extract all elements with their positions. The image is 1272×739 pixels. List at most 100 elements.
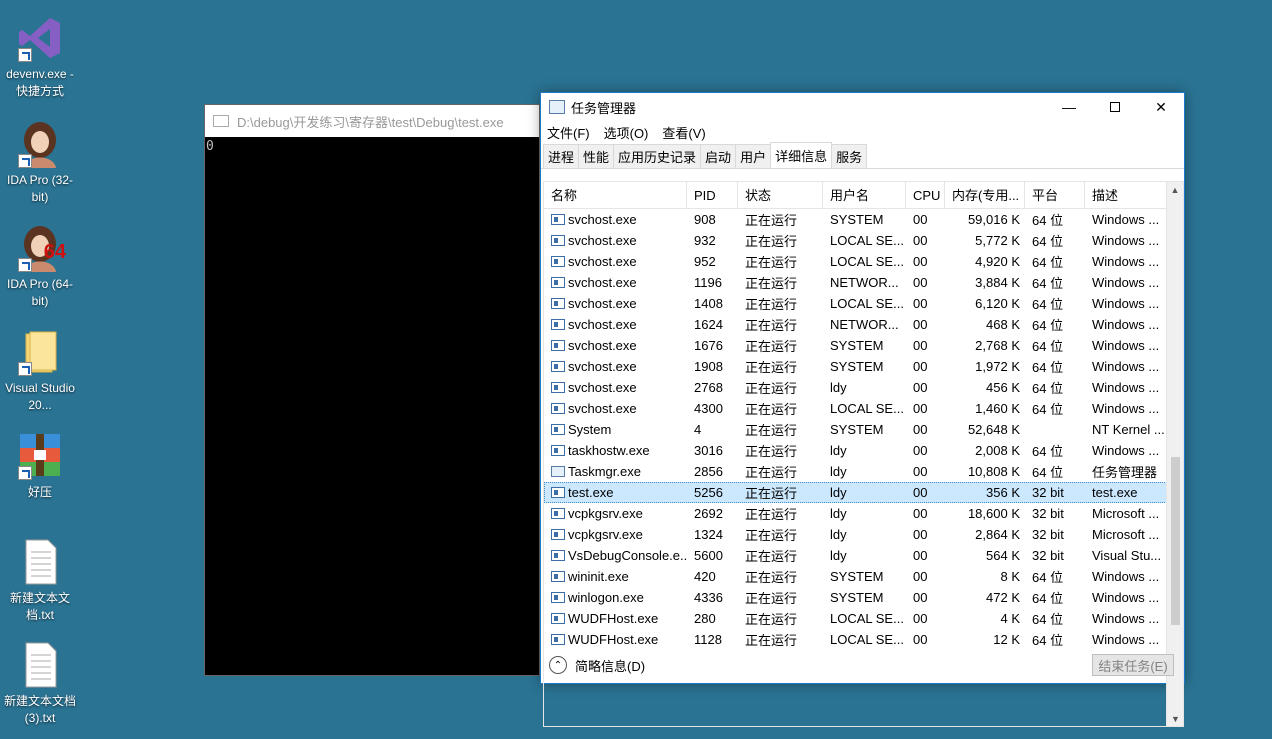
tab-details[interactable]: 详细信息 [770,142,833,168]
end-task-button[interactable]: 结束任务(E) [1092,654,1174,676]
table-row[interactable]: svchost.exe 1624 正在运行 NETWOR... 00 468 K 64 位 W… [544,314,1183,335]
cell-name: svchost.exe [545,212,688,227]
column-header-pid[interactable]: PID [687,182,738,209]
table-row[interactable]: svchost.exe 1196 正在运行 NETWOR... 00 3,884 K 64 … [544,272,1183,293]
task-manager-window[interactable]: 任务管理器 — ✕ 文件(F) 选项(O) 查看(V) 进程 性能 应用历史记录… [540,92,1185,727]
cell-name: svchost.exe [545,317,688,332]
column-header-username[interactable]: 用户名 [823,182,906,209]
cell-cpu: 00 [913,380,928,395]
table-row[interactable]: VsDebugConsole.e... 5600 正在运行 ldy 00 564 K 32 … [544,545,1183,566]
desktop-icon-devenv[interactable]: devenv.exe - 快捷方式 [0,14,80,100]
ida64-icon: 64 [16,224,66,272]
chevron-up-icon[interactable]: ⌃ [549,656,567,674]
table-row[interactable]: svchost.exe 932 正在运行 LOCAL SE... 00 5,772 K 64… [544,230,1183,251]
tab-services[interactable]: 服务 [831,144,868,168]
table-row[interactable]: vcpkgsrv.exe 2692 正在运行 ldy 00 18,600 K 32 bit M… [544,503,1183,524]
maximize-button[interactable] [1092,93,1138,121]
table-row[interactable]: svchost.exe 4300 正在运行 LOCAL SE... 00 1,460 K 6… [544,398,1183,419]
task-manager-titlebar[interactable]: 任务管理器 — ✕ [541,93,1184,121]
desktop-icon-textfile[interactable]: 新建文本文档.txt [0,538,80,624]
table-row[interactable]: Taskmgr.exe 2856 正在运行 ldy 00 10,808 K 64 位 任务管理… [544,461,1183,482]
cell-mem: 52,648 K [967,422,1020,437]
tab-startup[interactable]: 启动 [700,144,737,168]
cell-status: 正在运行 [745,234,798,249]
cell-pid: 1676 [694,338,723,353]
fewer-details-link[interactable]: 简略信息(D) [575,656,645,675]
cell-mem: 8 K [1000,569,1020,584]
column-header-platform[interactable]: 平台 [1025,182,1085,209]
table-row[interactable]: svchost.exe 1676 正在运行 SYSTEM 00 2,768 K 64 位 Wi… [544,335,1183,356]
process-name: WUDFHost.exe [568,632,659,647]
tab-performance[interactable]: 性能 [578,144,615,168]
cell-status: 正在运行 [745,570,798,585]
table-row[interactable]: WUDFHost.exe 280 正在运行 LOCAL SE... 00 4 K 64 位 W… [544,608,1183,629]
cell-cpu: 00 [913,401,928,416]
process-name: svchost.exe [568,338,637,353]
console-title: D:\debug\开发练习\寄存器\test\Debug\test.exe [237,114,504,130]
cell-name: vcpkgsrv.exe [545,506,688,521]
desktop-icon-ida64[interactable]: 64 IDA Pro (64-bit) [0,224,80,310]
cell-status: 正在运行 [745,297,798,312]
process-name: svchost.exe [568,233,637,248]
scroll-up-icon[interactable]: ▲ [1167,182,1183,199]
cell-plat: 64 位 [1032,465,1064,480]
desktop-icon-haozip[interactable]: 好压 [0,432,80,501]
column-header-status[interactable]: 状态 [738,182,823,209]
cell-desc: Visual Stu... [1092,548,1162,563]
process-icon [551,445,565,456]
process-icon [551,592,565,603]
process-name: wininit.exe [568,569,629,584]
cell-mem: 10,808 K [967,464,1020,479]
tab-users[interactable]: 用户 [735,144,772,168]
cell-status: 正在运行 [745,612,798,627]
table-row[interactable]: svchost.exe 1908 正在运行 SYSTEM 00 1,972 K 64 位 Wi… [544,356,1183,377]
process-icon [551,508,565,519]
cell-status: 正在运行 [745,423,798,438]
tab-processes[interactable]: 进程 [543,144,580,168]
table-row[interactable]: winlogon.exe 4336 正在运行 SYSTEM 00 472 K 64 位 Win… [544,587,1183,608]
cell-mem: 2,864 K [975,527,1020,542]
cell-user: LOCAL SE... [830,254,904,269]
cell-pid: 1624 [694,317,723,332]
table-row[interactable]: svchost.exe 2768 正在运行 ldy 00 456 K 64 位 Windows… [544,377,1183,398]
cell-plat: 64 位 [1032,360,1064,375]
vertical-scrollbar[interactable]: ▲ ▼ [1166,182,1183,726]
cell-desc: NT Kernel ... [1092,422,1165,437]
scrollbar-thumb[interactable] [1171,457,1180,625]
table-row[interactable]: taskhostw.exe 3016 正在运行 ldy 00 2,008 K 64 位 Win… [544,440,1183,461]
cell-user: ldy [830,485,847,500]
cell-plat: 32 bit [1032,527,1064,542]
desktop-icon-vs-folder[interactable]: Visual Studio 20... [0,328,80,414]
menu-options[interactable]: 选项(O) [604,123,649,142]
desktop-icon-textfile-3[interactable]: 新建文本文档(3).txt [0,641,80,727]
menu-view[interactable]: 查看(V) [662,123,705,142]
cell-plat: 64 位 [1032,339,1064,354]
cell-cpu: 00 [913,317,928,332]
cell-plat: 64 位 [1032,381,1064,396]
table-row[interactable]: svchost.exe 908 正在运行 SYSTEM 00 59,016 K 64 位 Wi… [544,209,1183,230]
column-header-memory[interactable]: 内存(专用... [945,182,1025,209]
cell-cpu: 00 [913,422,928,437]
console-window[interactable]: D:\debug\开发练习\寄存器\test\Debug\test.exe 0 [204,104,540,676]
scroll-down-icon[interactable]: ▼ [1167,711,1183,726]
cell-cpu: 00 [913,296,928,311]
table-row[interactable]: System 4 正在运行 SYSTEM 00 52,648 K NT Kernel ... [544,419,1183,440]
table-row[interactable]: wininit.exe 420 正在运行 SYSTEM 00 8 K 64 位 Windows… [544,566,1183,587]
column-header-description[interactable]: 描述 [1085,182,1169,209]
cell-status: 正在运行 [745,255,798,270]
cell-plat: 64 位 [1032,213,1064,228]
table-row[interactable]: svchost.exe 1408 正在运行 LOCAL SE... 00 6,120 K 6… [544,293,1183,314]
minimize-button[interactable]: — [1046,93,1092,121]
table-row[interactable]: svchost.exe 952 正在运行 LOCAL SE... 00 4,920 K 64… [544,251,1183,272]
table-row[interactable]: vcpkgsrv.exe 1324 正在运行 ldy 00 2,864 K 32 bit Mi… [544,524,1183,545]
tab-app-history[interactable]: 应用历史记录 [613,144,702,168]
desktop-icon-ida32[interactable]: IDA Pro (32-bit) [0,120,80,206]
cell-desc: Windows ... [1092,338,1160,353]
table-row[interactable]: test.exe 5256 正在运行 ldy 00 356 K 32 bit test.exe [544,482,1183,503]
close-button[interactable]: ✕ [1138,93,1184,121]
column-header-cpu[interactable]: CPU [906,182,945,209]
menu-file[interactable]: 文件(F) [547,123,590,142]
process-icon [551,634,565,645]
cell-name: test.exe [545,485,688,500]
console-titlebar[interactable]: D:\debug\开发练习\寄存器\test\Debug\test.exe [205,105,539,137]
